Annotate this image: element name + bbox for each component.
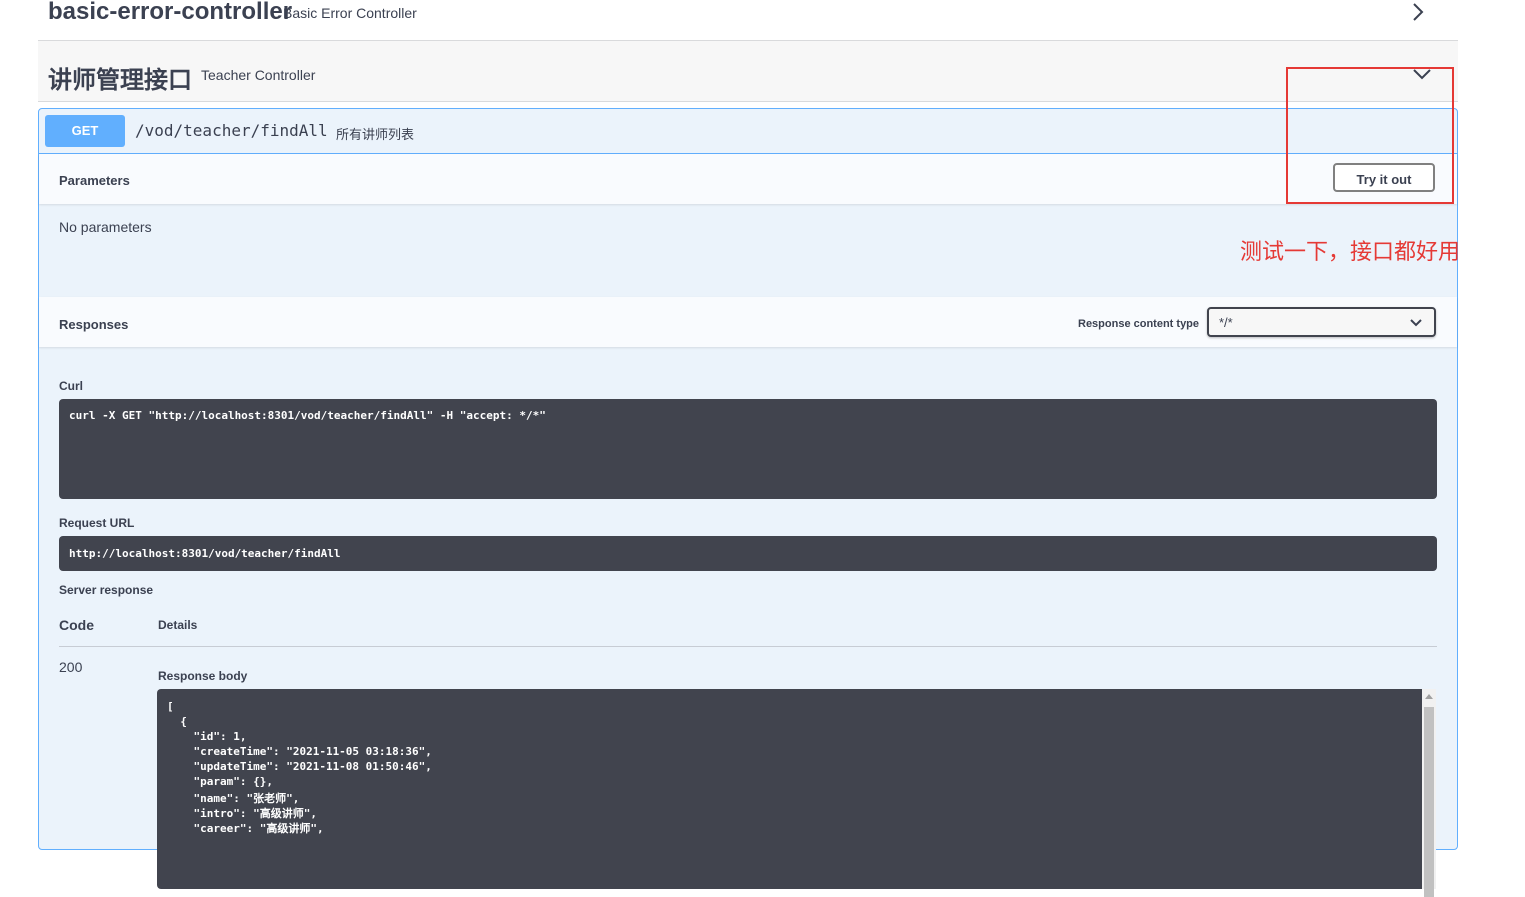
chevron-right-icon[interactable] [1411, 2, 1425, 22]
response-body-line: "param": {}, [167, 775, 273, 788]
tag-title: 讲师管理接口 [48, 67, 192, 94]
tag-basic-error-controller[interactable]: basic-error-controller Basic Error Contr… [38, 0, 1458, 41]
no-parameters-text: No parameters [59, 219, 152, 235]
operation-summary[interactable]: GET /vod/teacher/findAll 所有讲师列表 [39, 109, 1457, 154]
response-body-line: "id": 1, [167, 730, 247, 743]
response-body-line: "name": "张老师", [167, 792, 300, 805]
server-response-label: Server response [59, 583, 154, 597]
divider [59, 646, 1437, 647]
curl-block[interactable]: curl -X GET "http://localhost:8301/vod/t… [59, 399, 1437, 499]
responses-title: Responses [59, 317, 129, 332]
request-url-label: Request URL [59, 516, 135, 530]
method-badge: GET [45, 115, 125, 147]
parameters-header: Parameters Try it out [39, 154, 1457, 204]
operation-summary-text: 所有讲师列表 [336, 127, 415, 142]
operation-get-findall: GET /vod/teacher/findAll 所有讲师列表 Paramete… [38, 108, 1458, 897]
response-body-line: "updateTime": "2021-11-08 01:50:46", [167, 760, 432, 773]
tag-title: basic-error-controller [48, 0, 293, 25]
response-body-block[interactable]: [ { "id": 1, "createTime": "2021-11-05 0… [157, 689, 1422, 889]
response-body-line: [ [167, 700, 174, 713]
response-body-label: Response body [158, 669, 248, 683]
tag-description: Teacher Controller [201, 67, 316, 83]
details-column-header: Details [158, 618, 198, 632]
curl-command: curl -X GET "http://localhost:8301/vod/t… [69, 409, 546, 422]
chevron-down-icon [1410, 319, 1422, 327]
scroll-up-icon[interactable] [1425, 693, 1433, 699]
responses-header: Responses Response content type */* [39, 297, 1457, 347]
content-type-label: Response content type [1078, 318, 1200, 330]
response-body-line: "createTime": "2021-11-05 03:18:36", [167, 745, 432, 758]
tag-description: Basic Error Controller [283, 5, 417, 21]
content-type-value: */* [1219, 315, 1233, 330]
status-code: 200 [59, 659, 83, 675]
request-url: http://localhost:8301/vod/teacher/findAl… [69, 547, 341, 560]
response-body-line: { [167, 715, 187, 728]
parameters-title: Parameters [59, 173, 130, 188]
operation-path: /vod/teacher/findAll [135, 121, 328, 140]
curl-label: Curl [59, 379, 83, 393]
response-body-scrollbar[interactable] [1422, 689, 1436, 897]
content-type-select[interactable]: */* [1207, 307, 1436, 337]
response-body-line: "career": "高级讲师", [167, 822, 324, 835]
response-body-line: "intro": "高级讲师", [167, 807, 317, 820]
annotation-text: 测试一下，接口都好用 [1240, 239, 1461, 264]
tag-teacher-controller[interactable]: 讲师管理接口 Teacher Controller [38, 41, 1458, 102]
annotation-highlight-box [1286, 67, 1454, 204]
code-column-header: Code [59, 617, 94, 633]
scrollbar-thumb[interactable] [1424, 707, 1434, 897]
request-url-block[interactable]: http://localhost:8301/vod/teacher/findAl… [59, 536, 1437, 571]
